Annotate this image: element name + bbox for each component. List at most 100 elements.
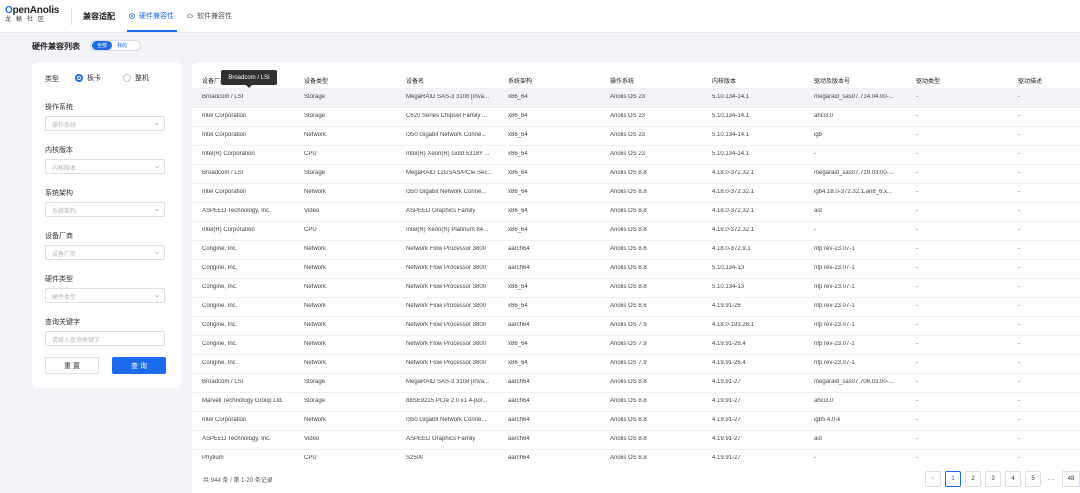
table-row[interactable]: Intel Corporation Network I350 Gigabit Net…: [192, 126, 1080, 145]
page-button-1[interactable]: 1: [945, 471, 961, 487]
radio-machine[interactable]: 整机: [123, 73, 149, 83]
table-cell: -: [1018, 436, 1020, 442]
active-tab-underline: [127, 30, 177, 32]
table-cell: aarch64: [508, 417, 530, 423]
chevron-down-icon: [154, 122, 160, 126]
page-button-2[interactable]: 2: [965, 471, 981, 487]
table-cell: Intel Corporation: [202, 132, 247, 138]
table-row[interactable]: Corigine, Inc. Network Network Flow Proces…: [192, 297, 1080, 316]
table-row[interactable]: Intel(R) Corporation CPU Intel(R) Xeon(R) …: [192, 221, 1080, 240]
prev-page-button[interactable]: <: [925, 471, 941, 487]
table-cell: megaraid_sas07.719.03.00-...: [814, 170, 894, 176]
table-cell: -: [916, 417, 918, 423]
table-cell: -: [916, 132, 918, 138]
reset-button[interactable]: 重 置: [45, 357, 99, 374]
table-cell: megaraid_sas07.714.04.00-...: [814, 94, 894, 100]
table-cell: aarch64: [508, 379, 530, 385]
table-cell: -: [916, 436, 918, 442]
type-label: 类型: [45, 76, 59, 83]
table-row[interactable]: Intel Corporation Network I350 Gigabit Net…: [192, 183, 1080, 202]
table-row[interactable]: ASPEED Technology, Inc. Video ASPEED Graph…: [192, 202, 1080, 221]
table-cell: -: [916, 113, 918, 119]
openanolis-logo[interactable]: OpenAnolis 龙蜥社区: [5, 5, 67, 27]
table-cell: x86_64: [508, 341, 528, 347]
page-button-5[interactable]: 5: [1025, 471, 1041, 487]
radio-board[interactable]: 板卡: [75, 73, 101, 83]
table-cell: Phytium: [202, 455, 224, 461]
table-row[interactable]: Phytium CPU S2500 aarch64 Anolis OS 8.8 4.19.…: [192, 449, 1080, 468]
table-row[interactable]: Corigine, Inc. Network Network Flow Proces…: [192, 259, 1080, 278]
table-cell: Network: [304, 284, 327, 290]
logo-main-text: OpenAnolis: [5, 5, 60, 16]
table-row[interactable]: Corigine, Inc. Network Network Flow Proces…: [192, 335, 1080, 354]
table-cell: Broadcom / LSI: [202, 94, 244, 100]
column-header: 设备类型: [304, 79, 329, 85]
arch-label: 系统架构: [45, 190, 73, 197]
keyword-input[interactable]: 请输入查询关键字: [45, 331, 165, 346]
table-cell: -: [916, 341, 918, 347]
pagination-ellipsis[interactable]: ···: [1044, 471, 1058, 487]
table-cell: -: [1018, 151, 1020, 157]
page-button-last[interactable]: 48: [1062, 471, 1080, 487]
table-cell: 4.19.91-26.4: [712, 341, 746, 347]
table-cell: igb4.18.0-372.32.1.an8_6.x...: [814, 189, 893, 195]
table-row[interactable]: Corigine, Inc. Network Network Flow Proces…: [192, 278, 1080, 297]
cloud-icon: [187, 13, 193, 18]
tab-hardware-compat[interactable]: 硬件兼容性: [129, 11, 174, 21]
table-cell: Corigine, Inc.: [202, 246, 238, 252]
table-cell: Corigine, Inc.: [202, 284, 238, 290]
table-cell: -: [1018, 379, 1020, 385]
table-row[interactable]: Corigine, Inc. Network Network Flow Proces…: [192, 316, 1080, 335]
table-row[interactable]: Intel Corporation Storage C620 Series Chip…: [192, 107, 1080, 126]
table-row[interactable]: Marvell Technology Group Ltd. Storage 88SE…: [192, 392, 1080, 411]
table-cell: -: [916, 303, 918, 309]
keyword-placeholder: 请输入查询关键字: [52, 338, 101, 344]
table-cell: x86_64: [508, 132, 528, 138]
table-cell: igb5.4.0-k: [814, 417, 841, 423]
table-cell: 5.10.134-13: [712, 284, 745, 290]
table-row[interactable]: Corigine, Inc. Network Network Flow Proces…: [192, 240, 1080, 259]
table-cell: Network Flow Processor 3800: [406, 246, 487, 252]
table-row[interactable]: Broadcom / LSI Storage MegaRAID SAS-3 3108…: [192, 88, 1080, 107]
table-cell: x86_64: [508, 227, 528, 233]
column-header: 操作系统: [610, 79, 635, 85]
table-cell: Anolis OS 23: [610, 132, 646, 138]
table-cell: I350 Gigabit Network Conne...: [406, 417, 487, 423]
arch-select[interactable]: 系统架构: [45, 202, 165, 217]
segment-mine[interactable]: 我的: [112, 41, 132, 50]
query-button[interactable]: 查 询: [112, 357, 166, 374]
page-button-3[interactable]: 3: [985, 471, 1001, 487]
table-cell: 5.10.134-14.1: [712, 94, 750, 100]
table-row[interactable]: Intel Corporation Network I350 Gigabit Net…: [192, 411, 1080, 430]
table-row[interactable]: Broadcom / LSI Storage MegaRAID SAS-3 3108…: [192, 373, 1080, 392]
table-cell: 4.18.0-372.32.1: [712, 189, 755, 195]
table-cell: Network: [304, 322, 327, 328]
table-row[interactable]: Intel(R) Corporation CPU Intel(R) Xeon(R) …: [192, 145, 1080, 164]
table-header: 设备厂商 设备类型 设备名 系统架构 操作系统 内核版本 驱动及版本号 驱动类型 驱动描述: [192, 68, 1080, 90]
table-row[interactable]: Broadcom / LSI Storage MegaRAID 12GSAS/PCI…: [192, 164, 1080, 183]
table-cell: Network: [304, 189, 327, 195]
table-row[interactable]: Corigine, Inc. Network Network Flow Proces…: [192, 354, 1080, 373]
os-select[interactable]: 操作系统: [45, 116, 165, 131]
table-cell: -: [916, 265, 918, 271]
column-header: 设备名: [406, 79, 425, 85]
table-cell: CPU: [304, 455, 317, 461]
segment-all[interactable]: 全部: [92, 41, 113, 50]
page-button-4[interactable]: 4: [1005, 471, 1021, 487]
table-cell: Intel Corporation: [202, 417, 247, 423]
table-cell: x86_64: [508, 94, 528, 100]
table-cell: ASPEED Technology, Inc.: [202, 436, 271, 442]
table-cell: -: [1018, 322, 1020, 328]
hwtype-select[interactable]: 硬件类型: [45, 288, 165, 303]
kernel-select[interactable]: 内核版本: [45, 159, 165, 174]
table-cell: Network Flow Processor 3800: [406, 265, 487, 271]
chevron-down-icon: [154, 208, 160, 212]
table-row[interactable]: ASPEED Technology, Inc. Video ASPEED Graph…: [192, 430, 1080, 449]
table-cell: x86_64: [508, 113, 528, 119]
vendor-select[interactable]: 设备厂商: [45, 245, 165, 260]
table-cell: 4.19.91-27: [712, 398, 741, 404]
table-cell: -: [814, 455, 816, 461]
kernel-placeholder: 内核版本: [52, 166, 77, 172]
table-cell: -: [1018, 132, 1020, 138]
tab-software-compat[interactable]: 软件兼容性: [187, 11, 232, 21]
